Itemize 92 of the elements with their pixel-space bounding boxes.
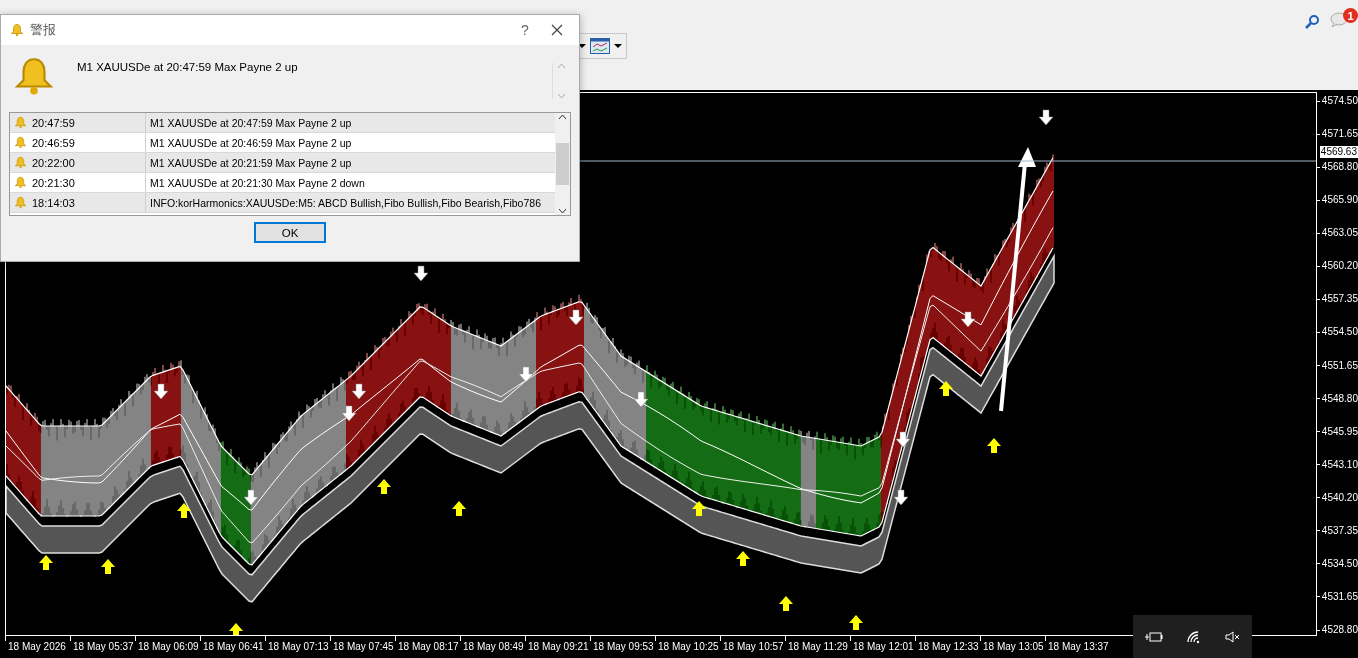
down-arrow-icon (893, 489, 909, 506)
notification-badge: 1 (1343, 8, 1358, 23)
price-label: 4548.80 (1321, 392, 1358, 405)
time-label: 18 May 08:17 (397, 641, 459, 652)
time-label: 18 May 09:21 (527, 641, 589, 652)
search-icon[interactable] (1304, 14, 1320, 30)
up-arrow-icon (452, 501, 466, 516)
price-label: 4540.20 (1321, 491, 1358, 504)
alert-text: INFO:korHarmonics:XAUUSDe:M5: ABCD Bullish,Fibo Bullish,Fibo Bearish,Fibo786 (149, 196, 541, 209)
up-arrow-icon (849, 615, 863, 630)
time-label: 18 May 06:41 (202, 641, 264, 652)
time-label: 18 May 09:53 (592, 641, 654, 652)
time-label: 18 May 12:01 (852, 641, 914, 652)
price-label: 4551.65 (1321, 359, 1358, 372)
dropdown-caret-icon[interactable] (578, 43, 586, 49)
up-arrow-icon (736, 551, 750, 566)
price-label: 4545.95 (1321, 425, 1358, 438)
up-arrow-icon (39, 555, 53, 570)
alert-text: M1 XAUUSDe at 20:21:30 Max Payne 2 down (149, 176, 365, 189)
price-label: 4534.50 (1321, 557, 1358, 570)
help-button[interactable]: ? (505, 22, 545, 38)
up-arrow-icon (101, 559, 115, 574)
alert-text: M1 XAUUSDe at 20:46:59 Max Payne 2 up (149, 136, 352, 149)
up-arrow-icon (987, 438, 1001, 453)
bell-icon (13, 55, 55, 97)
chart-template-icon[interactable] (590, 38, 610, 54)
price-label: 4565.90 (1321, 194, 1358, 207)
bell-icon (14, 116, 27, 129)
alert-time: 20:46:59 (32, 136, 75, 149)
close-icon[interactable] (551, 24, 563, 36)
down-arrow-icon (518, 366, 534, 383)
alert-time: 20:21:30 (32, 176, 75, 189)
up-arrow-icon (229, 623, 243, 635)
alert-text: M1 XAUUSDe at 20:47:59 Max Payne 2 up (149, 116, 352, 129)
time-label: 18 May 05:37 (72, 641, 134, 652)
alert-text: M1 XAUUSDe at 20:21:59 Max Payne 2 up (149, 156, 352, 169)
price-label: 4554.50 (1321, 326, 1358, 339)
price-label: 4563.05 (1321, 227, 1358, 240)
wifi-icon[interactable] (1185, 629, 1202, 644)
bell-icon (14, 196, 27, 209)
battery-plug-icon[interactable] (1144, 630, 1163, 643)
up-arrow-icon (939, 381, 953, 396)
down-arrow-icon (568, 309, 584, 326)
price-label: 4568.80 (1321, 161, 1358, 174)
ok-button[interactable]: OK (254, 222, 326, 243)
time-label: 18 May 13:05 (982, 641, 1044, 652)
down-arrow-icon (633, 391, 649, 408)
price-label: 4543.10 (1321, 458, 1358, 471)
up-arrow-icon (779, 596, 793, 611)
time-label: 18 May 11:29 (787, 641, 848, 652)
price-label: 4560.20 (1321, 260, 1358, 273)
alert-time: 18:14:03 (32, 196, 75, 209)
up-arrow-icon (377, 479, 391, 494)
time-label: 18 May 12:33 (917, 641, 979, 652)
time-label: 18 May 06:09 (137, 641, 199, 652)
down-arrow-icon (341, 405, 357, 422)
price-label: 4574.50 (1321, 95, 1358, 107)
time-label: 18 May 07:13 (267, 641, 329, 652)
alert-message: M1 XAUUSDe at 20:47:59 Max Payne 2 up (77, 61, 299, 75)
down-arrow-icon (413, 265, 429, 282)
bell-icon (14, 176, 27, 189)
up-arrow-icon (177, 503, 191, 518)
dropdown-caret-icon[interactable] (614, 43, 622, 49)
bell-icon (10, 23, 24, 37)
time-label: 18 May 08:49 (462, 641, 524, 652)
alert-time: 20:22:00 (32, 156, 75, 169)
down-arrow-icon (243, 489, 259, 506)
price-label: 4571.65 (1321, 128, 1358, 141)
time-label: 18 May 07:45 (332, 641, 394, 652)
scroll-down-icon[interactable] (558, 207, 567, 215)
price-label: 4531.65 (1321, 590, 1358, 603)
speaker-muted-icon[interactable] (1224, 629, 1241, 644)
down-arrow-icon (351, 383, 367, 400)
down-arrow-icon (895, 431, 911, 448)
time-label: 18 May 13:37 (1047, 641, 1109, 652)
price-label: 4537.35 (1321, 524, 1358, 537)
down-arrow-icon (153, 383, 169, 400)
up-arrow-icon (692, 501, 706, 516)
time-label: 18 May 2026 (7, 641, 66, 652)
dialog-title: 警报 (30, 21, 57, 39)
down-arrow-icon (960, 311, 976, 328)
price-label: 4557.35 (1321, 293, 1358, 306)
bell-icon (14, 156, 27, 169)
time-label: 18 May 10:25 (657, 641, 719, 652)
scroll-up-icon[interactable] (558, 113, 567, 121)
bell-icon (14, 136, 27, 149)
time-label: 18 May 10:57 (722, 641, 784, 652)
current-price-label: 4569.63 (1319, 146, 1358, 158)
scrollbar-thumb[interactable] (556, 143, 569, 185)
price-label: 4528.80 (1321, 624, 1358, 636)
down-arrow-icon (1038, 109, 1054, 126)
alert-time: 20:47:59 (32, 116, 75, 129)
